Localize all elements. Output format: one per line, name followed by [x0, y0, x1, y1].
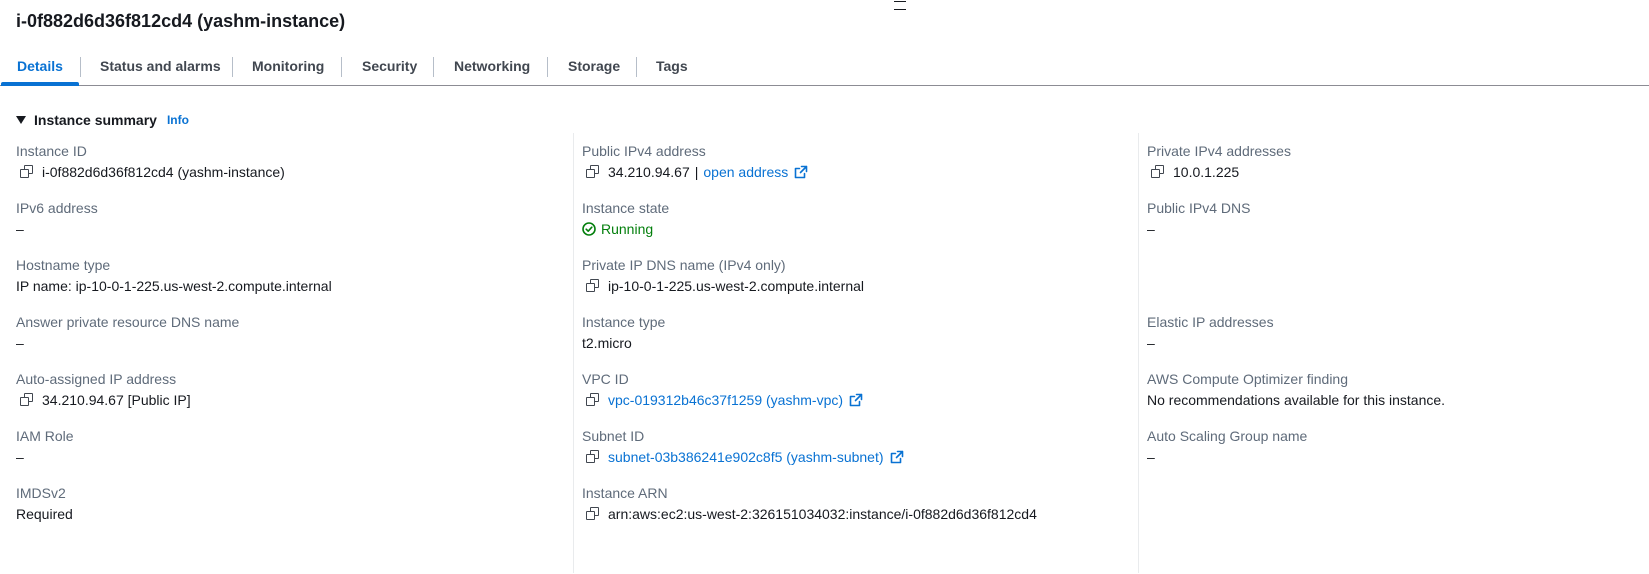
- iam-role-value: –: [16, 449, 24, 465]
- copy-icon[interactable]: [586, 450, 600, 464]
- tab-separator: [547, 57, 548, 77]
- field-label: Hostname type: [16, 257, 111, 273]
- tab-storage[interactable]: Storage: [568, 50, 620, 85]
- instance-arn-value: arn:aws:ec2:us-west-2:326151034032:insta…: [608, 506, 1037, 522]
- copy-icon[interactable]: [586, 507, 600, 521]
- column-divider: [573, 133, 574, 573]
- check-circle-icon: [582, 222, 596, 236]
- tab-separator: [341, 57, 342, 77]
- field-answer-dns: Answer private resource DNS name –: [16, 314, 239, 351]
- pipe-separator: |: [694, 164, 699, 180]
- page-title: i-0f882d6d36f812cd4 (yashm-instance): [16, 11, 346, 31]
- copy-icon[interactable]: [586, 165, 600, 179]
- field-asg-name: Auto Scaling Group name –: [1147, 428, 1307, 465]
- field-public-dns: Public IPv4 DNS –: [1147, 200, 1250, 237]
- field-label: Instance state: [582, 200, 670, 216]
- subnet-id-link[interactable]: subnet-03b386241e902c8f5 (yashm-subnet): [608, 449, 884, 465]
- field-label: Instance ID: [16, 143, 87, 159]
- field-label: Instance type: [582, 314, 666, 330]
- tab-security[interactable]: Security: [362, 50, 417, 85]
- external-link-icon[interactable]: [794, 165, 808, 179]
- field-label: VPC ID: [582, 371, 629, 387]
- column-divider: [1138, 133, 1139, 573]
- auto-ip-value: 34.210.94.67 [Public IP]: [42, 392, 191, 408]
- field-label: Subnet ID: [582, 428, 645, 444]
- imdsv2-value: Required: [16, 506, 73, 522]
- tab-monitoring[interactable]: Monitoring: [252, 50, 324, 85]
- external-link-icon[interactable]: [890, 450, 904, 464]
- vpc-id-link[interactable]: vpc-019312b46c37f1259 (yashm-vpc): [608, 392, 843, 408]
- field-elastic-ip: Elastic IP addresses –: [1147, 314, 1274, 351]
- copy-icon[interactable]: [20, 393, 34, 407]
- copy-icon[interactable]: [586, 393, 600, 407]
- field-label: IPv6 address: [16, 200, 98, 216]
- instance-id-value: i-0f882d6d36f812cd4 (yashm-instance): [42, 164, 285, 180]
- tab-separator: [636, 57, 637, 77]
- tab-details[interactable]: Details: [1, 50, 79, 86]
- caret-down-icon: [16, 116, 26, 124]
- field-label: Auto Scaling Group name: [1147, 428, 1308, 444]
- instance-type-value: t2.micro: [582, 335, 632, 351]
- field-label: Auto-assigned IP address: [16, 371, 177, 387]
- field-auto-assigned-ip: Auto-assigned IP address 34.210.94.67 [P…: [16, 371, 191, 408]
- tab-bar: Details Status and alarms Monitoring Sec…: [0, 50, 1649, 86]
- info-link[interactable]: Info: [167, 113, 189, 127]
- field-instance-arn: Instance ARN arn:aws:ec2:us-west-2:32615…: [582, 485, 1037, 522]
- field-iam-role: IAM Role –: [16, 428, 74, 465]
- tab-separator: [433, 57, 434, 77]
- public-ipv4-value: 34.210.94.67: [608, 164, 690, 180]
- field-label: Instance ARN: [582, 485, 668, 501]
- field-vpc-id: VPC ID vpc-019312b46c37f1259 (yashm-vpc): [582, 371, 863, 408]
- ipv6-value: –: [16, 221, 24, 237]
- instance-state-value: Running: [601, 221, 654, 237]
- field-imdsv2: IMDSv2 Required: [16, 485, 73, 522]
- field-label: Private IPv4 addresses: [1147, 143, 1291, 159]
- instance-summary-toggle[interactable]: Instance summary Info: [16, 111, 189, 129]
- field-hostname-type: Hostname type IP name: ip-10-0-1-225.us-…: [16, 257, 332, 294]
- private-ipv4-value: 10.0.1.225: [1173, 164, 1240, 180]
- field-label: Public IPv4 DNS: [1147, 200, 1251, 216]
- field-ipv6: IPv6 address –: [16, 200, 98, 237]
- tab-separator: [232, 57, 233, 77]
- drag-handle-icon[interactable]: [894, 0, 906, 10]
- field-instance-id: Instance ID i-0f882d6d36f812cd4 (yashm-i…: [16, 143, 285, 180]
- optimizer-value: No recommendations available for this in…: [1147, 392, 1446, 408]
- field-label: Public IPv4 address: [582, 143, 706, 159]
- tab-networking[interactable]: Networking: [454, 50, 530, 85]
- field-public-ipv4: Public IPv4 address 34.210.94.67 | open …: [582, 143, 808, 180]
- field-compute-optimizer: AWS Compute Optimizer finding No recomme…: [1147, 371, 1445, 408]
- private-dns-value: ip-10-0-1-225.us-west-2.compute.internal: [608, 278, 865, 294]
- field-subnet-id: Subnet ID subnet-03b386241e902c8f5 (yash…: [582, 428, 904, 465]
- hostname-type-value: IP name: ip-10-0-1-225.us-west-2.compute…: [16, 278, 332, 294]
- elastic-ip-value: –: [1147, 335, 1155, 351]
- tab-status-and-alarms[interactable]: Status and alarms: [100, 50, 221, 85]
- copy-icon[interactable]: [586, 279, 600, 293]
- field-label: IMDSv2: [16, 485, 66, 501]
- field-label: Private IP DNS name (IPv4 only): [582, 257, 786, 273]
- field-label: AWS Compute Optimizer finding: [1147, 371, 1348, 387]
- tab-separator: [80, 57, 81, 77]
- answer-dns-value: –: [16, 335, 24, 351]
- asg-name-value: –: [1147, 449, 1155, 465]
- field-instance-state: Instance state Running: [582, 200, 669, 237]
- copy-icon[interactable]: [20, 165, 34, 179]
- external-link-icon[interactable]: [849, 393, 863, 407]
- open-address-link[interactable]: open address: [703, 164, 788, 180]
- field-private-ipv4: Private IPv4 addresses 10.0.1.225: [1147, 143, 1291, 180]
- field-label: IAM Role: [16, 428, 74, 444]
- copy-icon[interactable]: [1151, 165, 1165, 179]
- field-label: Answer private resource DNS name: [16, 314, 240, 330]
- field-private-dns: Private IP DNS name (IPv4 only) ip-10-0-…: [582, 257, 864, 294]
- tab-tags[interactable]: Tags: [656, 50, 688, 85]
- field-instance-type: Instance type t2.micro: [582, 314, 665, 351]
- public-dns-value: –: [1147, 221, 1155, 237]
- field-label: Elastic IP addresses: [1147, 314, 1274, 330]
- section-title: Instance summary: [34, 112, 157, 128]
